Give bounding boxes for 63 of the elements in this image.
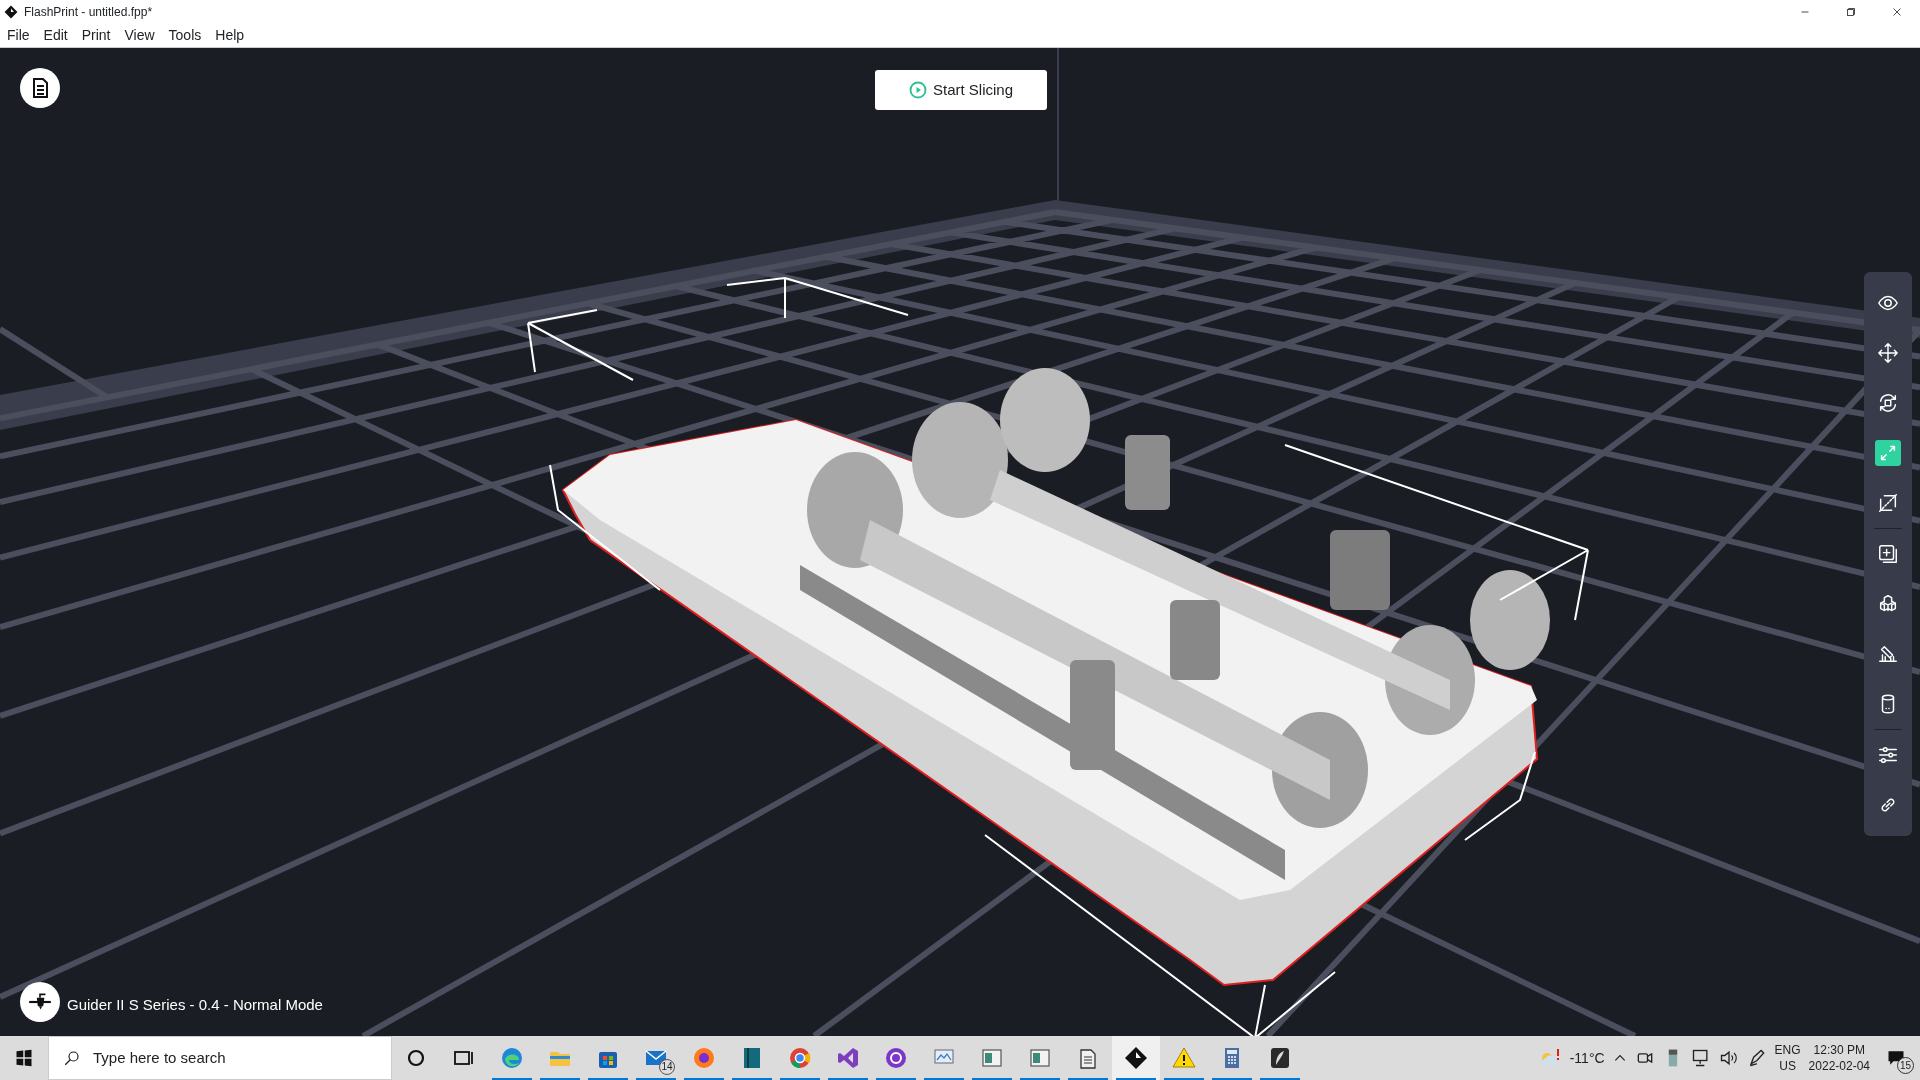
browser-icon	[500, 1046, 524, 1070]
running-indicator	[540, 1078, 580, 1080]
running-indicator	[1212, 1078, 1252, 1080]
taskbar-app-button[interactable]: 14	[632, 1036, 680, 1080]
running-indicator	[972, 1078, 1012, 1080]
rotate-icon	[1877, 392, 1899, 414]
menu-item[interactable]: View	[117, 25, 162, 46]
window-icon	[1028, 1046, 1052, 1070]
menu-item[interactable]: Print	[74, 25, 118, 46]
windows-icon	[15, 1049, 33, 1067]
running-indicator	[1260, 1078, 1300, 1080]
feather-icon	[1268, 1046, 1292, 1070]
restore-icon	[1844, 5, 1858, 19]
language-text: ENG	[1774, 1042, 1801, 1058]
diamond-icon	[1124, 1046, 1148, 1070]
browser-icon	[692, 1046, 716, 1070]
notifications-button[interactable]: 15	[1878, 1040, 1914, 1076]
menu-item[interactable]: Edit	[36, 25, 75, 46]
search-input[interactable]: Type here to search	[91, 1045, 371, 1071]
taskbar-app-button[interactable]	[1112, 1036, 1160, 1080]
running-indicator	[732, 1078, 772, 1080]
running-indicator	[492, 1078, 532, 1080]
code-editor-icon	[836, 1046, 860, 1070]
printer-button[interactable]	[20, 982, 60, 1022]
temperature-text: -11°C	[1569, 1048, 1605, 1068]
running-indicator	[828, 1078, 868, 1080]
printer-status-text: Guider II S Series - 0.4 - Normal Mode	[67, 995, 323, 1015]
move-icon	[1877, 342, 1899, 364]
play-icon	[908, 81, 927, 99]
add-object-icon	[1877, 543, 1899, 565]
running-indicator	[588, 1078, 628, 1080]
window-title: FlashPrint - untitled.fpp*	[24, 4, 153, 21]
menu-item[interactable]: File	[0, 25, 37, 46]
search-box[interactable]: Type here to search	[48, 1036, 392, 1080]
running-indicator	[924, 1078, 964, 1080]
cut-icon	[1877, 492, 1899, 514]
running-indicator	[684, 1078, 724, 1080]
tray-button[interactable]	[1690, 1048, 1711, 1068]
browser-icon	[788, 1046, 812, 1070]
start-slicing-button[interactable]: Start Slicing	[875, 70, 1047, 110]
running-indicator	[1116, 1078, 1156, 1080]
search-icon	[63, 1049, 81, 1067]
document-button[interactable]	[20, 68, 60, 108]
speaker-icon	[1718, 1048, 1739, 1068]
window-icon	[980, 1046, 1004, 1070]
region-text: US	[1779, 1058, 1796, 1074]
running-indicator	[1020, 1078, 1060, 1080]
running-indicator	[1164, 1078, 1204, 1080]
network-icon	[1690, 1048, 1711, 1068]
support-icon	[1877, 643, 1899, 665]
time-text: 12:30 PM	[1813, 1042, 1865, 1058]
menu-item[interactable]: Tools	[161, 25, 209, 46]
logo-icon	[4, 5, 18, 19]
running-indicator	[636, 1078, 676, 1080]
menu-item[interactable]: Help	[208, 25, 252, 46]
running-indicator	[1068, 1078, 1108, 1080]
warning-icon	[1172, 1046, 1196, 1070]
running-indicator	[780, 1078, 820, 1080]
sliders-icon	[1877, 744, 1899, 766]
tray-button[interactable]	[1718, 1048, 1739, 1068]
count-badge: 14	[659, 1059, 675, 1075]
running-indicator	[876, 1078, 916, 1080]
date-text: 2022-02-04	[1808, 1058, 1870, 1074]
